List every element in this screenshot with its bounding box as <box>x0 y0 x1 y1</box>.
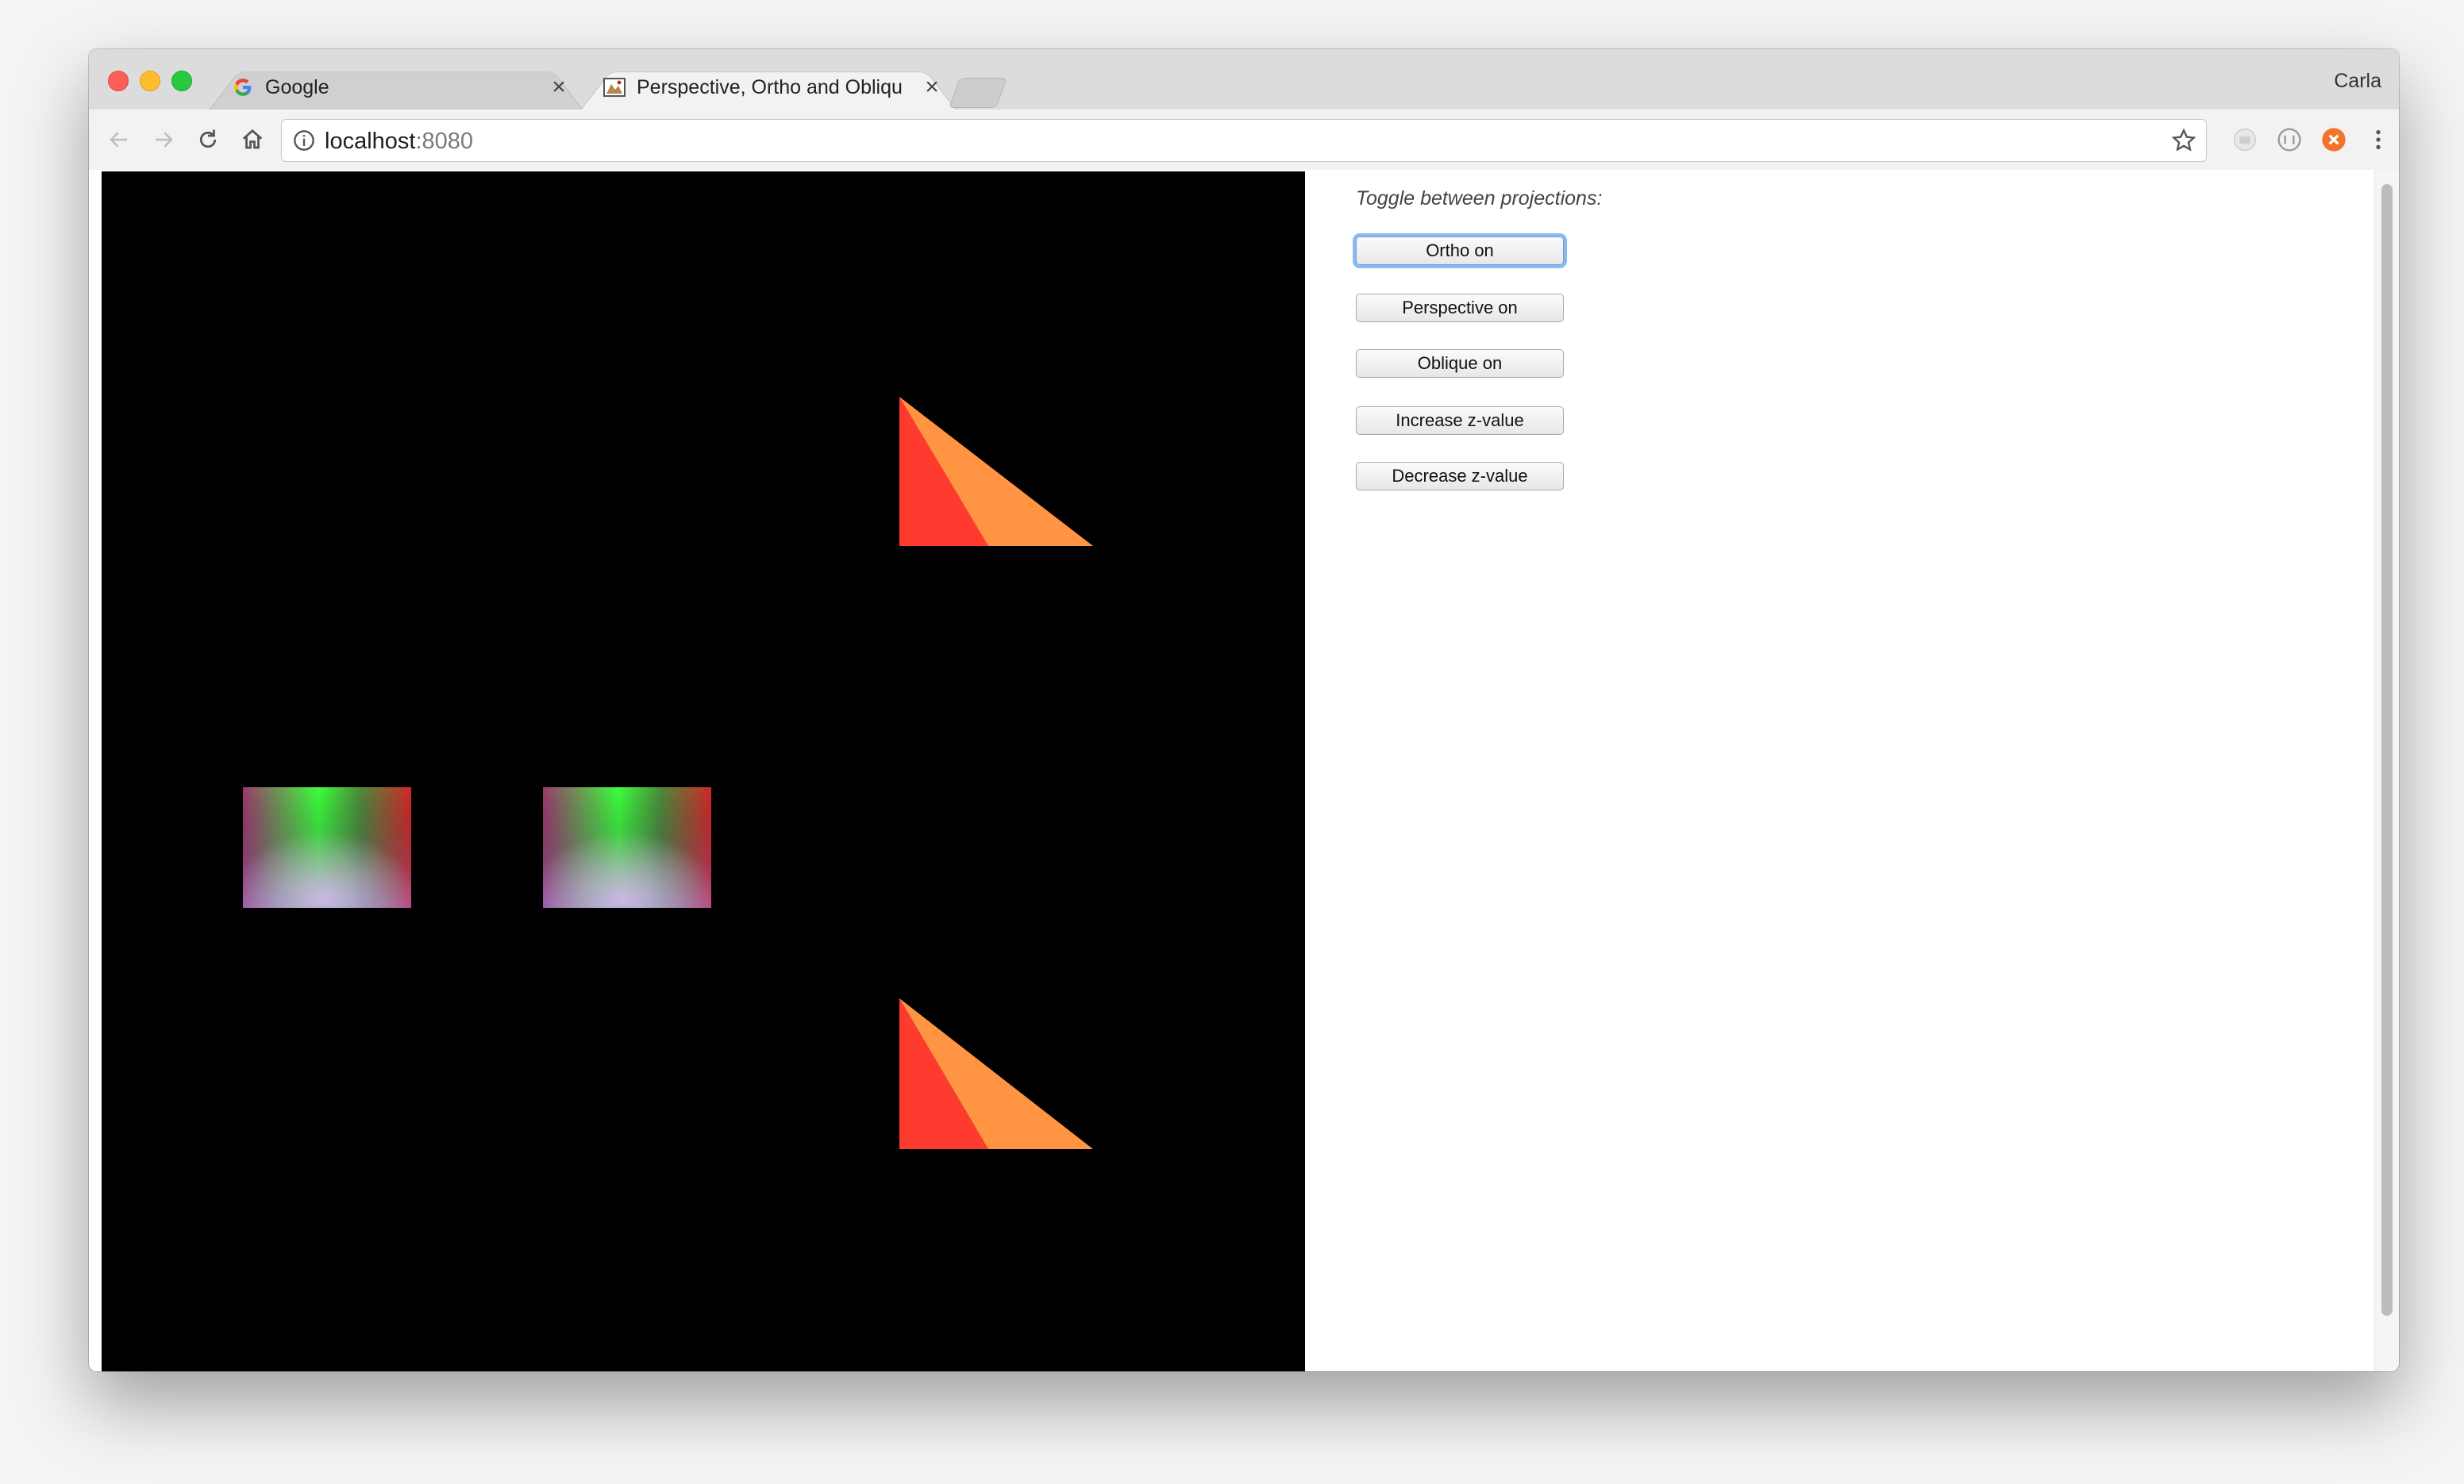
address-bar[interactable]: localhost:8080 <box>281 119 2207 162</box>
page-thumbnail-icon <box>603 76 626 98</box>
reload-icon[interactable] <box>192 124 224 156</box>
extension-gray-icon[interactable] <box>2229 124 2261 156</box>
google-g-icon <box>232 76 254 98</box>
page-content: Toggle between projections: Ortho on Per… <box>89 170 2399 1371</box>
decrease-z-button[interactable]: Decrease z-value <box>1356 462 1564 490</box>
close-tab-icon[interactable]: × <box>549 75 568 99</box>
info-icon[interactable] <box>293 129 315 152</box>
tab-google[interactable]: Google × <box>208 62 584 111</box>
maximize-window-button[interactable] <box>171 71 192 91</box>
browser-window: Google × Perspective, Ortho and Obliqu ×… <box>89 49 2399 1371</box>
extension-orange-icon[interactable] <box>2318 124 2350 156</box>
increase-z-button[interactable]: Increase z-value <box>1356 406 1564 435</box>
arrow-right-icon[interactable] <box>148 124 179 156</box>
profile-name[interactable]: Carla <box>2334 70 2381 93</box>
browser-toolbar: localhost:8080 <box>89 110 2399 171</box>
tab-projections[interactable]: Perspective, Ortho and Obliqu × <box>579 62 957 111</box>
arrow-left-icon[interactable] <box>103 124 135 156</box>
gradient-quad-left <box>243 787 411 908</box>
vertical-scrollbar[interactable] <box>2374 170 2399 1371</box>
close-window-button[interactable] <box>108 71 129 91</box>
scrollbar-thumb[interactable] <box>2381 184 2393 1316</box>
ortho-on-button[interactable]: Ortho on <box>1356 236 1564 265</box>
tab-title: Google <box>265 75 329 98</box>
webgl-canvas[interactable] <box>102 171 1305 1371</box>
oblique-on-button[interactable]: Oblique on <box>1356 349 1564 378</box>
star-icon[interactable] <box>2171 128 2196 153</box>
gradient-quad-right <box>543 787 711 908</box>
address-url: localhost:8080 <box>325 129 474 154</box>
home-icon[interactable] <box>237 124 268 156</box>
close-tab-icon[interactable]: × <box>922 75 941 99</box>
minimize-window-button[interactable] <box>140 71 160 91</box>
projection-controls: Toggle between projections: Ortho on Per… <box>1356 170 2332 1371</box>
pyramid-bottom <box>899 998 1093 1149</box>
pyramid-top <box>899 397 1093 546</box>
tab-title: Perspective, Ortho and Obliqu <box>637 75 903 98</box>
kebab-menu-icon[interactable] <box>2362 124 2394 156</box>
new-tab-button[interactable] <box>949 78 1007 108</box>
tab-strip: Google × Perspective, Ortho and Obliqu ×… <box>89 49 2399 111</box>
extension-circle-icon[interactable] <box>2273 124 2305 156</box>
perspective-on-button[interactable]: Perspective on <box>1356 294 1564 322</box>
controls-title: Toggle between projections: <box>1356 187 1603 210</box>
